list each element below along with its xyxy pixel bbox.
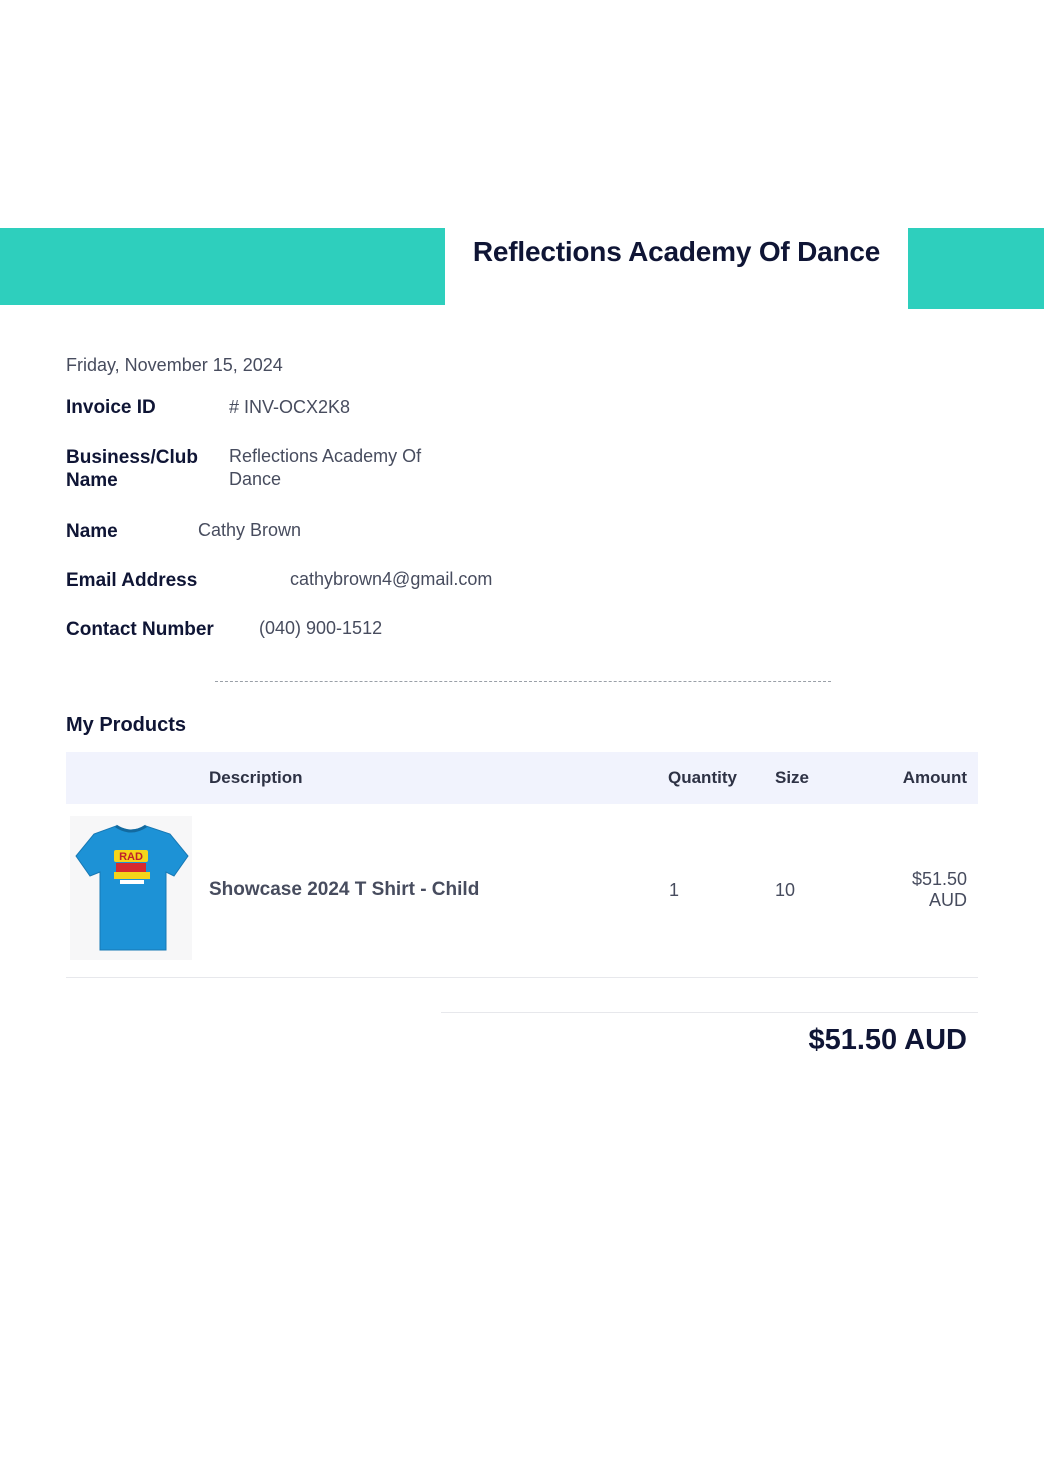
contact-number-value: (040) 900-1512 <box>259 618 383 638</box>
products-section-title: My Products <box>66 714 187 736</box>
business-name-value: Reflections Academy Of Dance <box>229 445 421 491</box>
product-quantity: 1 <box>669 880 680 900</box>
invoice-id-label: Invoice ID <box>66 397 156 418</box>
business-name-label-line1: Business/Club <box>66 447 198 468</box>
shirt-logo-text: RAD <box>119 851 143 863</box>
header-accent-bar-left <box>0 228 445 305</box>
invoice-id-value: # INV-OCX2K8 <box>229 397 351 417</box>
product-amount: $51.50 AUD <box>860 869 967 911</box>
business-name-value-line1: Reflections Academy Of <box>229 446 422 466</box>
column-header-amount: Amount <box>902 768 967 787</box>
email-value: cathybrown4@gmail.com <box>290 569 493 589</box>
customer-name-label: Name <box>66 521 118 542</box>
product-image: RAD <box>70 816 192 960</box>
column-header-size: Size <box>775 768 810 787</box>
column-header-quantity: Quantity <box>668 768 737 787</box>
product-size: 10 <box>775 880 796 900</box>
contact-number-label: Contact Number <box>66 619 214 640</box>
invoice-date: Friday, November 15, 2024 <box>66 355 283 375</box>
header-accent-bar-right <box>908 228 1044 309</box>
products-table-header <box>66 752 978 804</box>
t-shirt-icon: RAD <box>75 824 189 951</box>
table-row-divider <box>66 977 978 978</box>
total-divider <box>441 1012 978 1013</box>
customer-name-value: Cathy Brown <box>198 520 302 540</box>
invoice-total: $51.50 AUD <box>808 1024 967 1056</box>
business-name-value-line2: Dance <box>229 469 282 489</box>
product-amount-currency: AUD <box>928 890 967 910</box>
column-header-description: Description <box>209 768 303 787</box>
business-title: Reflections Academy Of Dance <box>472 236 881 267</box>
dashed-divider <box>215 681 831 682</box>
business-name-label-line2: Name <box>66 470 118 491</box>
product-amount-value: $51.50 <box>911 869 967 889</box>
product-description: Showcase 2024 T Shirt - Child <box>209 879 480 900</box>
email-label: Email Address <box>66 570 198 591</box>
business-name-label: Business/Club Name <box>66 446 198 492</box>
